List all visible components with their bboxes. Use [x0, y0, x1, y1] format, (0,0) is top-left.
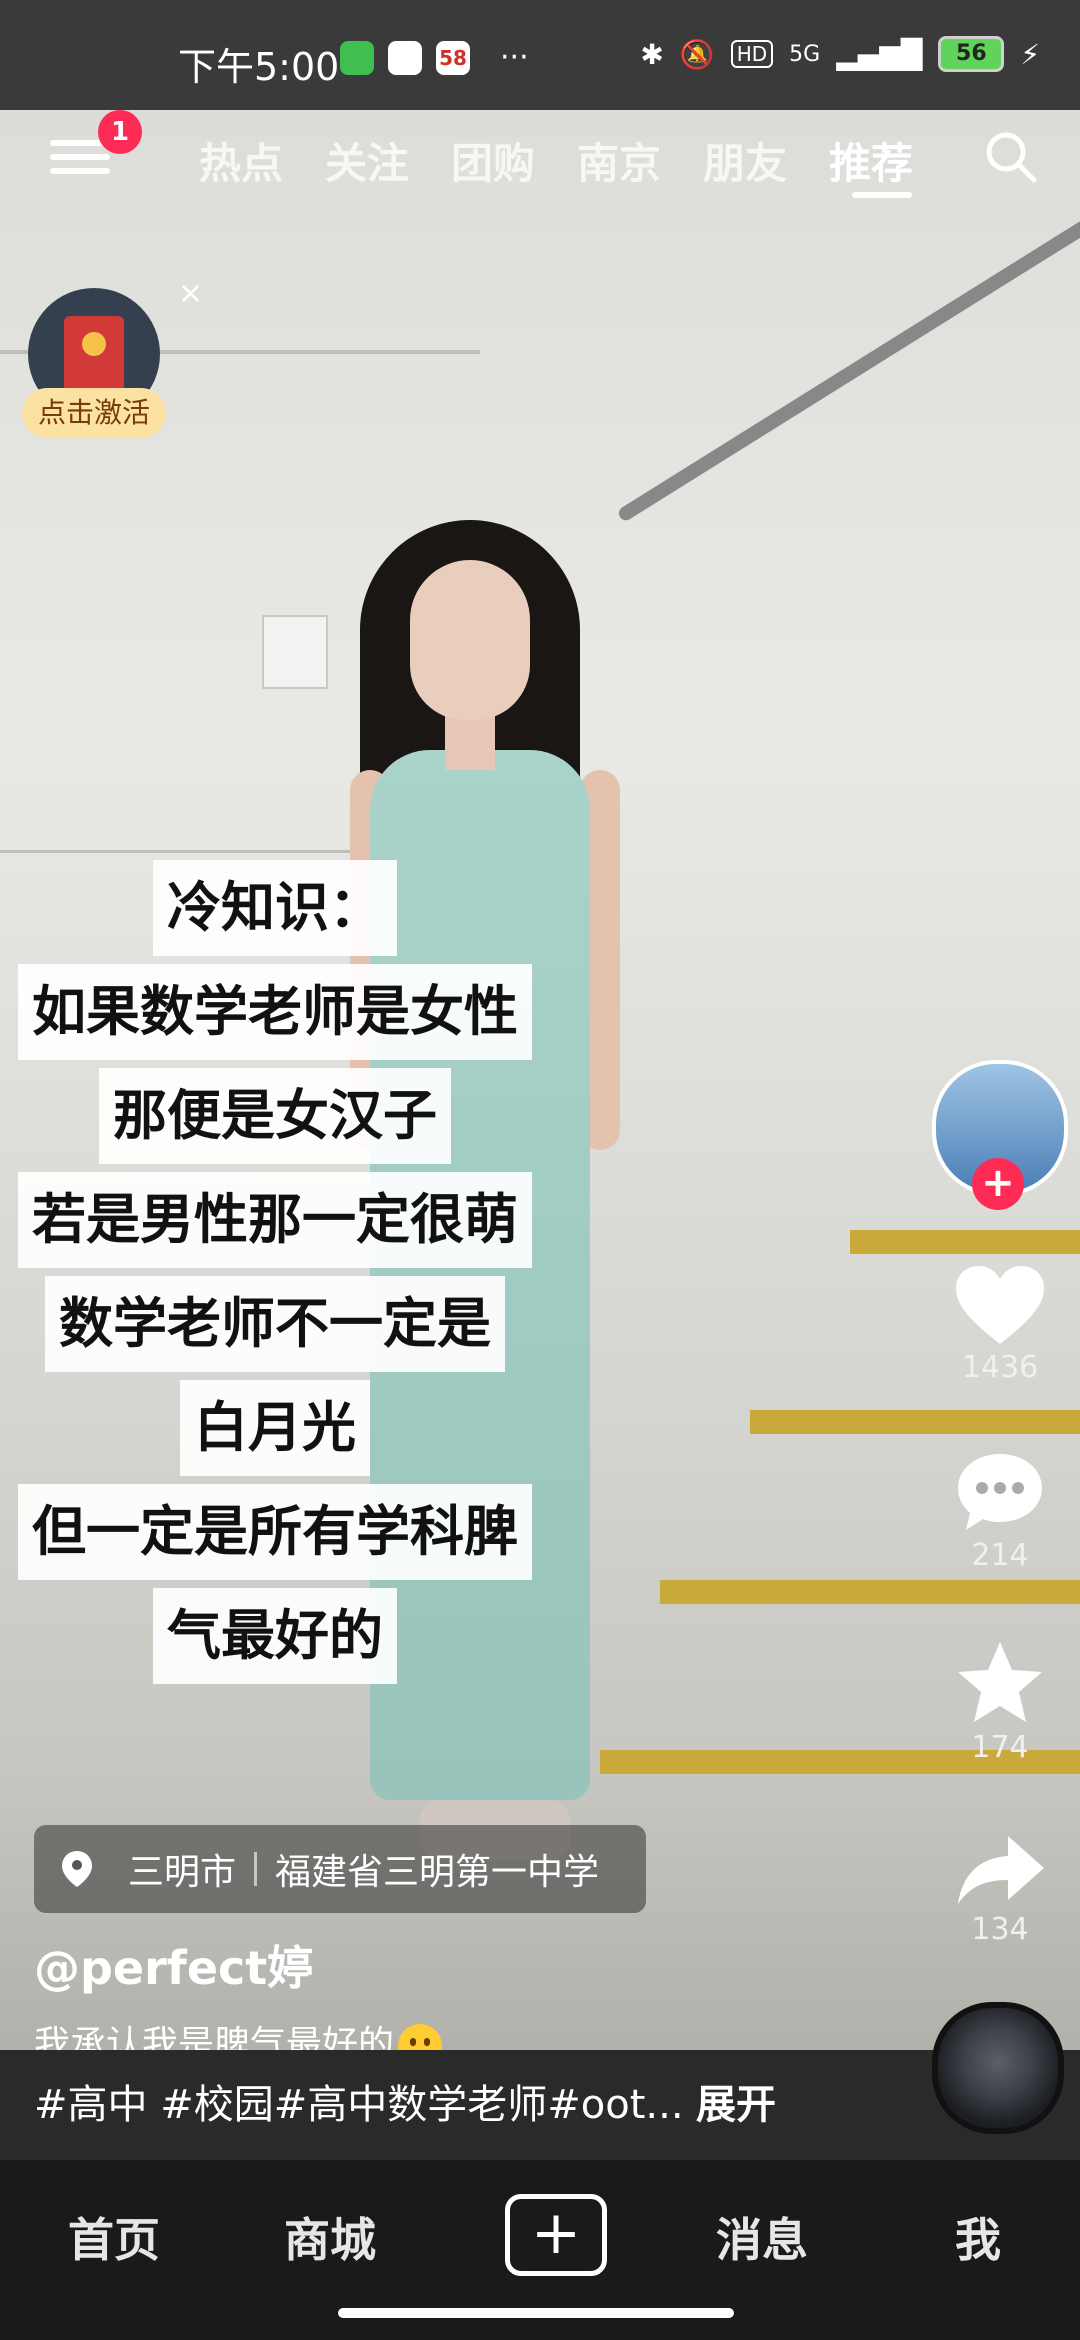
comment-count: 214	[971, 1538, 1029, 1573]
like-count: 1436	[961, 1350, 1039, 1385]
top-navigation: 1 热点 关注 团购 南京 朋友 推荐	[0, 110, 1080, 210]
wall-switch	[262, 615, 328, 689]
network-label: 5G	[789, 41, 821, 67]
overlay-line: 但一定是所有学科脾	[18, 1484, 532, 1580]
location-city: 三明市	[128, 1852, 237, 1893]
status-time: 下午5:00	[178, 45, 340, 89]
red-packet-widget[interactable]: 点击激活 ×	[22, 276, 203, 448]
comment-icon	[958, 1454, 1042, 1530]
stair-step-edge	[750, 1410, 1080, 1434]
status-right: ✱ 🔕 HD 5G ▂▄▆█ 56 ⚡	[640, 36, 1040, 72]
overlay-line: 气最好的	[153, 1588, 397, 1684]
status-bar: 下午5:00 58 ··· ✱ 🔕 HD 5G ▂▄▆█ 56 ⚡	[0, 0, 1080, 110]
tab-following[interactable]: 关注	[304, 130, 430, 191]
expand-button[interactable]: 展开	[696, 2072, 776, 2130]
close-icon[interactable]: ×	[178, 276, 203, 311]
nav-home[interactable]: 首页	[44, 2204, 184, 2270]
tab-group-buy[interactable]: 团购	[430, 130, 556, 191]
activate-label[interactable]: 点击激活	[22, 388, 166, 438]
hd-badge: HD	[730, 40, 774, 68]
comment-action[interactable]: 214	[920, 1450, 1080, 1573]
home-indicator[interactable]	[338, 2308, 734, 2318]
follow-button[interactable]: +	[972, 1158, 1024, 1210]
overlay-line: 那便是女汉子	[99, 1068, 451, 1164]
video-overlay-text: 冷知识： 如果数学老师是女性 那便是女汉子 若是男性那一定很萌 数学老师不一定是…	[0, 860, 550, 1692]
overlay-line: 如果数学老师是女性	[18, 964, 532, 1060]
stair-step-edge	[660, 1580, 1080, 1604]
music-disc-icon[interactable]	[932, 2002, 1064, 2134]
more-notifications-icon: ···	[500, 40, 529, 75]
hashtags[interactable]: #高中 #校园#高中数学老师#oot...	[34, 2072, 684, 2130]
location-divider	[254, 1852, 258, 1886]
face	[410, 560, 530, 720]
wall-tile-line	[0, 850, 360, 853]
mute-bell-icon: 🔕	[679, 37, 715, 71]
heart-icon	[956, 1266, 1044, 1344]
nav-mall[interactable]: 商城	[260, 2204, 400, 2270]
notification-badge: 1	[98, 110, 142, 154]
bluetooth-icon: ✱	[640, 37, 664, 71]
favorite-count: 174	[971, 1730, 1029, 1765]
search-icon[interactable]	[982, 128, 1040, 186]
share-count: 134	[971, 1912, 1029, 1947]
overlay-line: 若是男性那一定很萌	[18, 1172, 532, 1268]
coin-icon	[82, 332, 106, 356]
location-place: 福建省三明第一中学	[275, 1852, 600, 1893]
tab-recommended[interactable]: 推荐	[808, 130, 934, 191]
feed-tabs: 热点 关注 团购 南京 朋友 推荐	[148, 130, 934, 191]
tab-friends[interactable]: 朋友	[682, 130, 808, 191]
share-arrow-icon	[958, 1836, 1044, 1904]
overlay-line: 冷知识：	[153, 860, 397, 956]
favorite-action[interactable]: 174	[920, 1638, 1080, 1765]
star-icon	[958, 1642, 1042, 1722]
battery-indicator: 56	[938, 36, 1005, 72]
tab-hot[interactable]: 热点	[178, 130, 304, 191]
tab-nanjing[interactable]: 南京	[556, 130, 682, 191]
signal-icon: ▂▄▆█	[836, 37, 923, 71]
stair-step-edge	[850, 1230, 1080, 1254]
author-name[interactable]: @perfect婷	[34, 1932, 313, 1998]
tab-partial[interactable]	[148, 130, 178, 191]
share-action[interactable]: 134	[920, 1830, 1080, 1947]
active-tab-indicator	[852, 192, 912, 198]
charging-icon: ⚡	[1020, 37, 1040, 71]
location-chip[interactable]: 三明市 福建省三明第一中学	[34, 1825, 646, 1913]
app-58-icon: 58	[436, 40, 470, 75]
create-post-button[interactable]: +	[505, 2194, 607, 2276]
location-pin-icon	[62, 1851, 92, 1887]
nav-messages[interactable]: 消息	[692, 2204, 832, 2270]
like-action[interactable]: 1436	[920, 1262, 1080, 1385]
wechat-app-icon	[340, 40, 374, 75]
status-app-icons: 58 ···	[340, 40, 529, 75]
nav-me[interactable]: 我	[908, 2204, 1048, 2270]
baidu-app-icon	[388, 40, 422, 75]
overlay-line: 白月光	[180, 1380, 370, 1476]
overlay-line: 数学老师不一定是	[45, 1276, 505, 1372]
